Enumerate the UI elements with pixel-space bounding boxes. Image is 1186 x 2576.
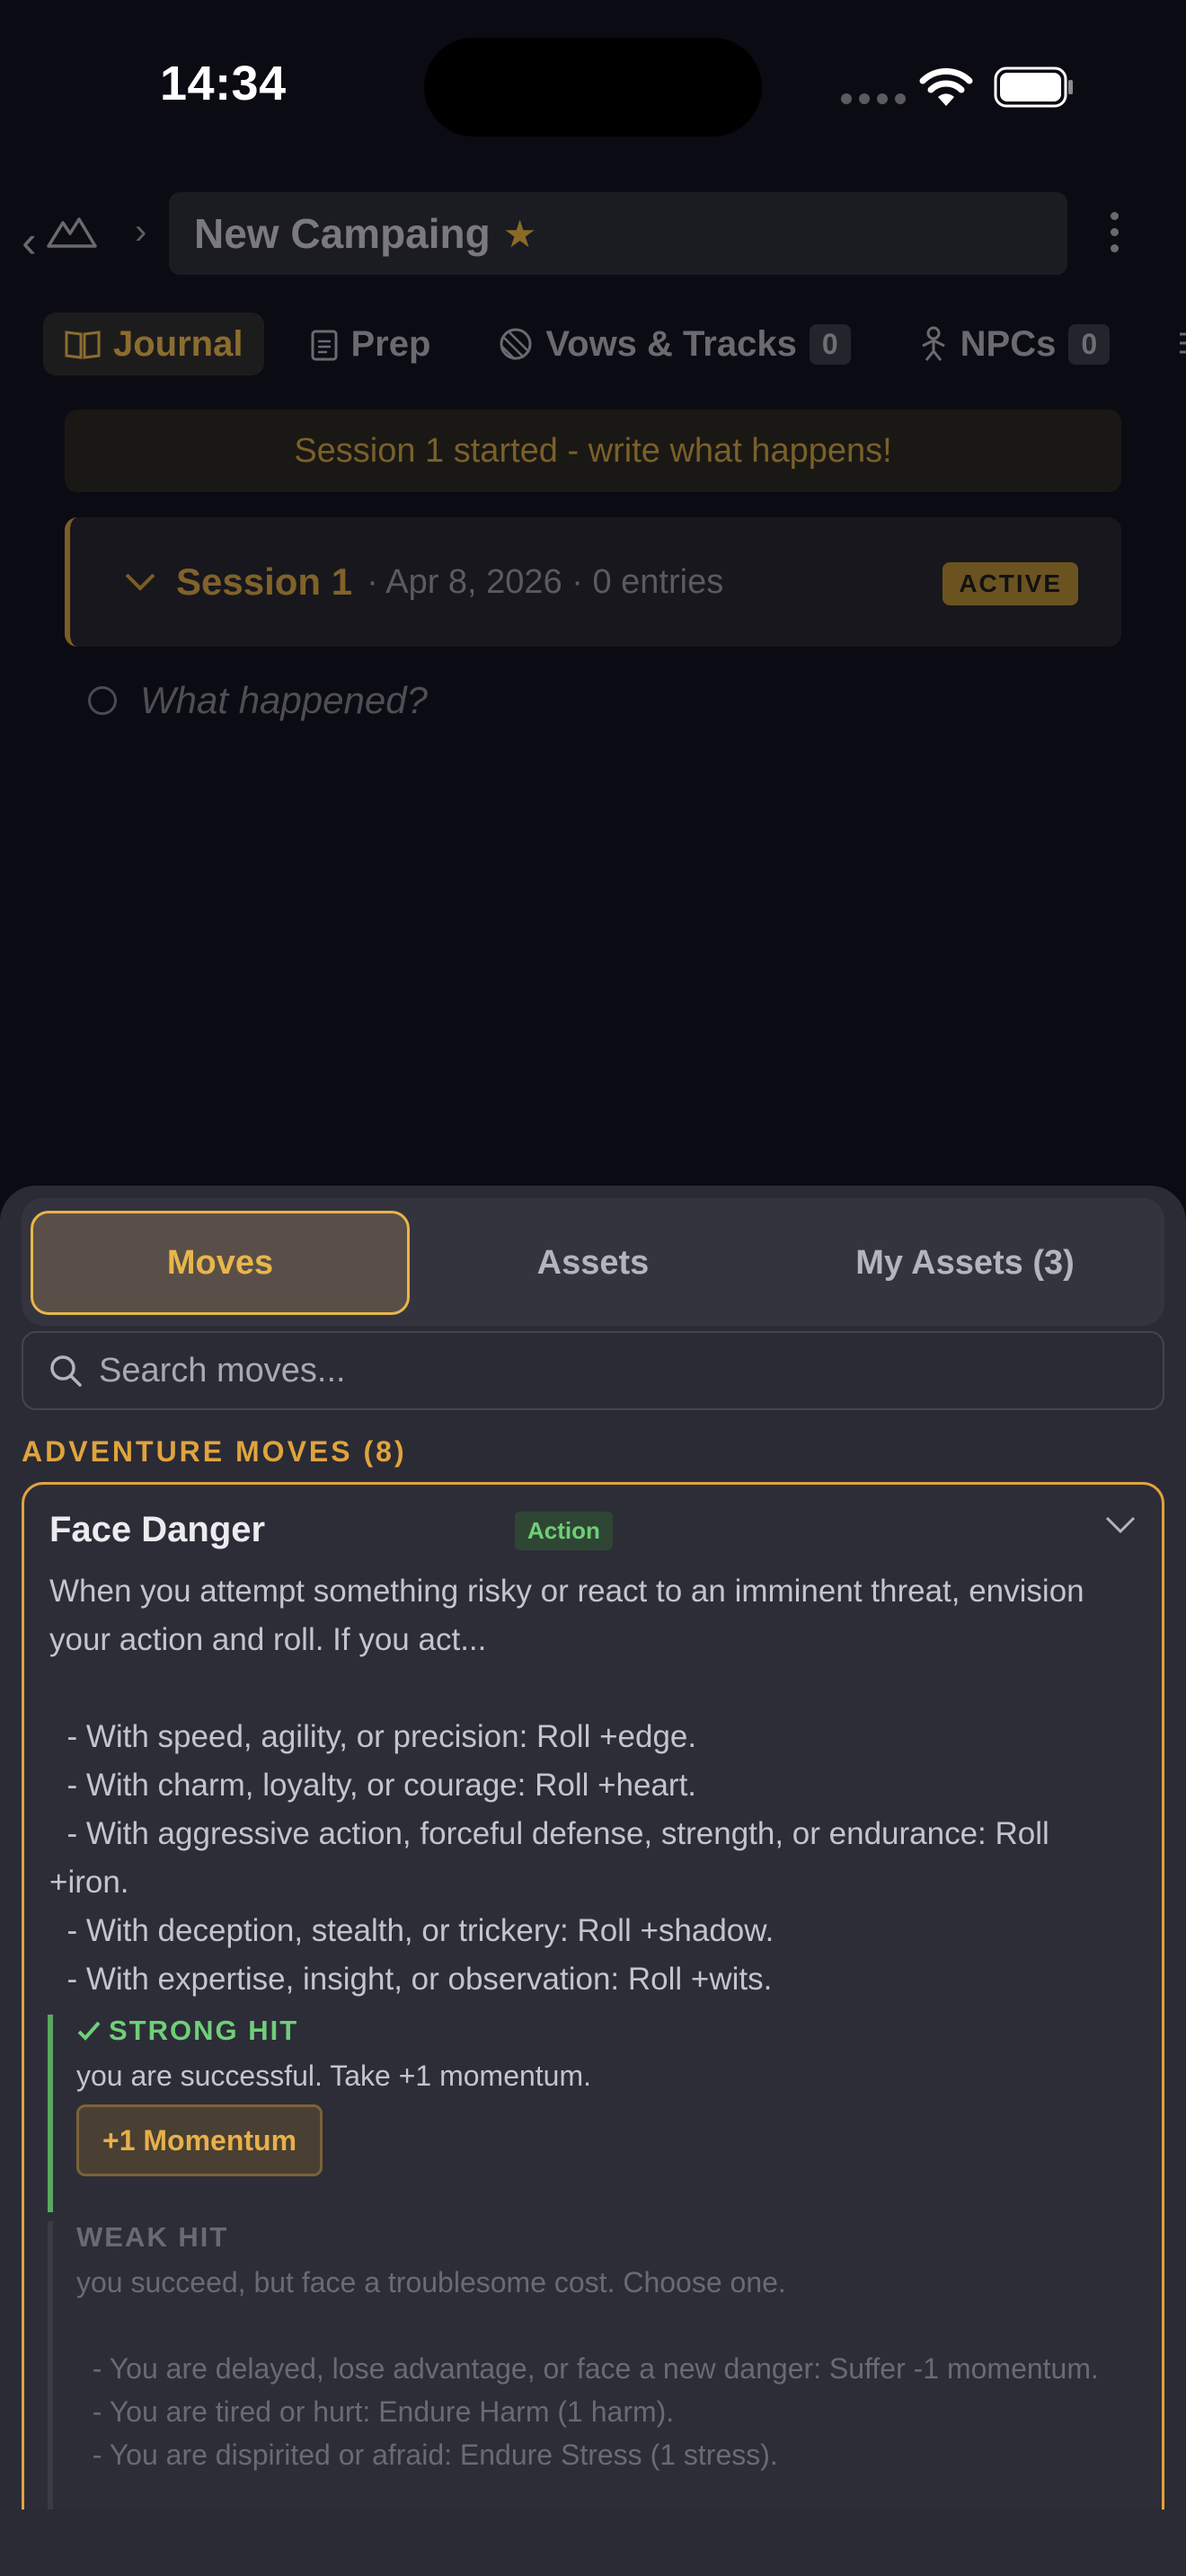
chevron-down-icon[interactable] <box>1104 1515 1137 1535</box>
segment-assets[interactable]: Assets <box>413 1211 773 1315</box>
list-heart-icon <box>1180 332 1186 354</box>
move-type-badge: Action <box>515 1512 613 1550</box>
campaign-tabs: Journal Prep Vows & Tracks 0 NPCs 0 <box>43 313 1186 375</box>
tab-prep-label: Prep <box>350 323 431 364</box>
back-chevron-icon[interactable]: ‹ <box>22 216 37 268</box>
moves-sheet: Moves Assets My Assets (3) ADVENTURE MOV… <box>0 1186 1186 2576</box>
session-card[interactable]: Session 1 · Apr 8, 2026 · 0 entries ACTI… <box>65 517 1121 647</box>
clipboard-icon <box>311 330 338 361</box>
search-icon <box>50 1355 82 1387</box>
checkmark-icon <box>77 2021 101 2041</box>
session-meta: · Apr 8, 2026 · 0 entries <box>367 562 724 601</box>
entry-placeholder[interactable]: What happened? <box>140 679 428 722</box>
book-icon <box>65 331 101 359</box>
npcs-count-badge: 0 <box>1068 323 1111 365</box>
segment-control: Moves Assets My Assets (3) <box>22 1198 1164 1326</box>
session-name: Session 1 <box>176 560 353 603</box>
tab-journal-label: Journal <box>113 323 243 364</box>
journal-screen: ‹ › New Campaing ★ Journal Prep Vows & T… <box>0 0 1186 1186</box>
star-icon[interactable]: ★ <box>503 212 537 256</box>
status-badge: ACTIVE <box>943 562 1078 605</box>
search-box[interactable] <box>22 1331 1164 1410</box>
tab-npcs[interactable]: NPCs 0 <box>898 313 1132 375</box>
weak-hit-text: you succeed, but face a troublesome cost… <box>76 2266 1099 2471</box>
move-description: When you attempt something risky or reac… <box>49 1574 1084 1997</box>
yarn-ball-icon <box>500 328 532 360</box>
tab-more[interactable] <box>1156 313 1186 375</box>
home-indicator-area <box>0 2510 1186 2576</box>
top-nav: ‹ › New Campaing ★ <box>0 192 1186 278</box>
more-options-icon[interactable] <box>1111 212 1119 252</box>
strong-hit-section: STRONG HIT you are successful. Take +1 m… <box>48 2015 1126 2212</box>
campaign-title: New Campaing <box>194 210 491 257</box>
move-title: Face Danger <box>49 1510 266 1549</box>
breadcrumb-chevron-icon: › <box>135 212 147 251</box>
search-input[interactable] <box>99 1351 1087 1390</box>
weak-hit-label: WEAK HIT <box>76 2221 229 2253</box>
segment-my-assets[interactable]: My Assets (3) <box>776 1211 1154 1315</box>
campaign-title-field[interactable]: New Campaing ★ <box>169 192 1067 275</box>
strong-hit-label: STRONG HIT <box>109 2015 299 2046</box>
tab-prep[interactable]: Prep <box>289 313 452 375</box>
session-banner: Session 1 started - write what happens! <box>65 410 1121 492</box>
strong-hit-text: you are successful. Take +1 momentum. <box>76 2060 592 2092</box>
chevron-down-icon[interactable] <box>124 572 156 592</box>
strong-hit-label-row: STRONG HIT <box>76 2015 1126 2047</box>
momentum-button[interactable]: +1 Momentum <box>76 2104 323 2176</box>
tab-vows-label: Vows & Tracks <box>545 323 797 364</box>
vows-count-badge: 0 <box>809 323 851 365</box>
mountain-icon[interactable] <box>47 212 97 248</box>
entry-bullet-icon <box>88 686 117 715</box>
section-title: ADVENTURE MOVES (8) <box>22 1435 407 1468</box>
tab-journal[interactable]: Journal <box>43 313 265 375</box>
person-icon <box>921 326 945 361</box>
tab-vows-tracks[interactable]: Vows & Tracks 0 <box>477 313 872 375</box>
move-card-face-danger[interactable]: Face Danger Action When you attempt some… <box>22 1482 1164 2576</box>
tab-npcs-label: NPCs <box>960 323 1057 364</box>
segment-moves[interactable]: Moves <box>31 1211 410 1315</box>
entry-row[interactable]: What happened? <box>88 679 428 722</box>
